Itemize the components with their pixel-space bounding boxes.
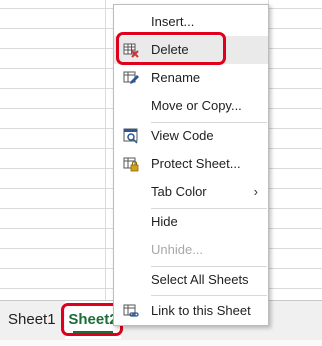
sheet-tab-label: Sheet1 bbox=[8, 311, 56, 328]
menu-item-rename[interactable]: Rename bbox=[114, 64, 268, 92]
menu-item-view-code[interactable]: View Code bbox=[114, 122, 268, 150]
protect-sheet-icon bbox=[123, 157, 139, 172]
menu-item-label: Rename bbox=[151, 70, 201, 85]
rename-icon bbox=[123, 71, 139, 84]
menu-item-unhide: Unhide... bbox=[114, 236, 268, 264]
menu-item-label: View Code bbox=[151, 128, 214, 143]
menu-item-move-or-copy[interactable]: Move or Copy... bbox=[114, 92, 268, 120]
menu-item-select-all-sheets[interactable]: Select All Sheets bbox=[114, 266, 268, 294]
status-strip bbox=[0, 340, 322, 346]
menu-item-label: Move or Copy... bbox=[151, 98, 242, 113]
menu-separator bbox=[151, 295, 267, 296]
menu-item-label: Protect Sheet... bbox=[151, 156, 241, 171]
menu-item-label: Link to this Sheet bbox=[151, 303, 251, 318]
menu-item-label: Hide bbox=[151, 214, 178, 229]
gridline bbox=[105, 0, 106, 300]
menu-item-hide[interactable]: Hide bbox=[114, 208, 268, 236]
view-code-icon bbox=[123, 128, 138, 144]
menu-item-tab-color[interactable]: Tab Color › bbox=[114, 178, 268, 206]
chevron-right-icon: › bbox=[253, 184, 258, 199]
menu-item-protect-sheet[interactable]: Protect Sheet... bbox=[114, 150, 268, 178]
link-icon bbox=[123, 304, 139, 317]
menu-item-label: Select All Sheets bbox=[151, 272, 249, 287]
sheet-tab-sheet1[interactable]: Sheet1 bbox=[0, 301, 64, 339]
delete-highlight-annotation bbox=[116, 32, 226, 65]
menu-item-link-to-this-sheet[interactable]: Link to this Sheet bbox=[114, 297, 268, 325]
menu-item-label: Unhide... bbox=[151, 242, 204, 257]
menu-item-label: Tab Color bbox=[151, 184, 207, 199]
